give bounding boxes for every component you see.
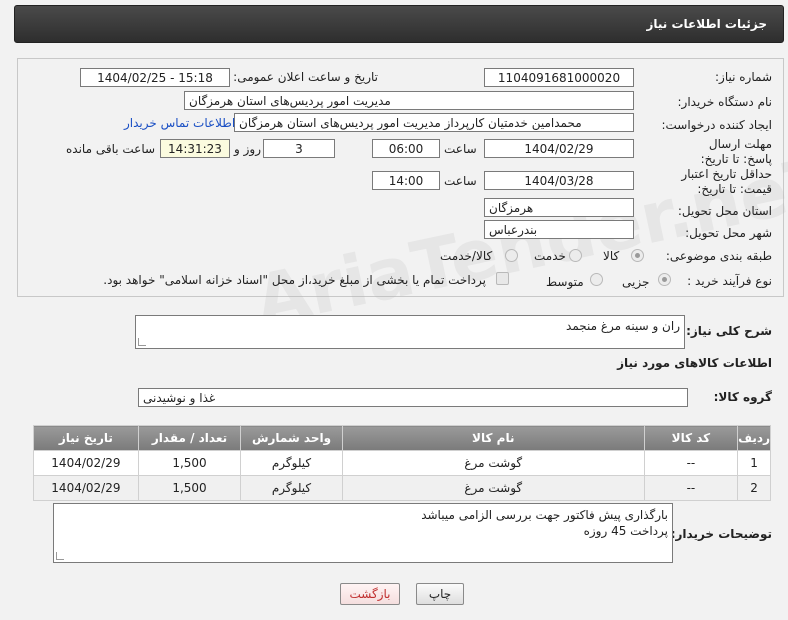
cell-code: -- bbox=[643, 450, 739, 476]
buyer-notes-textarea[interactable]: بارگذاری پیش فاکتور جهت بررسی الزامی میب… bbox=[53, 503, 673, 563]
announce-datetime-label: تاریخ و ساعت اعلان عمومی: bbox=[233, 70, 378, 84]
cell-unit: کیلوگرم bbox=[240, 475, 343, 501]
print-button[interactable]: چاپ bbox=[416, 583, 464, 605]
remaining-days-label: روز و bbox=[234, 142, 261, 156]
table-row[interactable]: 1 -- گوشت مرغ کیلوگرم 1,500 1404/02/29 bbox=[33, 450, 771, 476]
description-text: ران و سینه مرغ منجمد bbox=[566, 319, 680, 333]
col-header-row: ردیف bbox=[737, 425, 771, 451]
col-header-code: کد کالا bbox=[643, 425, 739, 451]
category-option-goods: کالا bbox=[603, 249, 620, 263]
cell-name: گوشت مرغ bbox=[341, 475, 645, 501]
goods-section-title: اطلاعات کالاهای مورد نیاز bbox=[617, 356, 772, 370]
buyer-org-label: نام دستگاه خریدار: bbox=[677, 95, 773, 109]
buyer-notes-label: توضیحات خریدار: bbox=[670, 527, 772, 541]
purchase-type-label: نوع فرآیند خرید : bbox=[687, 274, 772, 288]
goods-group-field[interactable]: غذا و نوشیدنی bbox=[138, 388, 688, 407]
col-header-date: تاریخ نیاز bbox=[33, 425, 139, 451]
category-radio-service[interactable] bbox=[569, 249, 582, 262]
city-field[interactable]: بندرعباس bbox=[484, 220, 634, 239]
response-time-field[interactable]: 06:00 bbox=[372, 139, 440, 158]
page-title: جزئیات اطلاعات نیاز bbox=[646, 17, 767, 31]
table-header-row: ردیف کد کالا نام کالا واحد شمارش تعداد /… bbox=[33, 425, 771, 451]
province-label: استان محل تحویل: bbox=[677, 204, 772, 218]
purchase-option-medium: متوسط bbox=[546, 275, 584, 289]
col-header-quantity: تعداد / مقدار bbox=[137, 425, 242, 451]
response-deadline-label: مهلت ارسال پاسخ: تا تاریخ: bbox=[700, 137, 772, 166]
price-validity-label: حداقل تاریخ اعتبار قیمت: تا تاریخ: bbox=[681, 167, 772, 196]
price-validity-time-field[interactable]: 14:00 bbox=[372, 171, 440, 190]
cell-row-number: 2 bbox=[737, 475, 771, 501]
province-field[interactable]: هرمزگان bbox=[484, 198, 634, 217]
cell-quantity: 1,500 bbox=[137, 450, 242, 476]
category-label: طبقه بندی موضوعی: bbox=[665, 249, 772, 263]
category-option-service: خدمت bbox=[534, 249, 566, 263]
cell-name: گوشت مرغ bbox=[341, 450, 645, 476]
cell-date: 1404/02/29 bbox=[33, 475, 139, 501]
treasury-note: پرداخت تمام یا بخشی از مبلغ خرید،از محل … bbox=[103, 273, 486, 287]
price-validity-date-field[interactable]: 1404/03/28 bbox=[484, 171, 634, 190]
response-time-label: ساعت bbox=[444, 142, 477, 156]
cell-code: -- bbox=[643, 475, 739, 501]
need-number-field[interactable]: 1104091681000020 bbox=[484, 68, 634, 87]
remaining-days-field[interactable]: 3 bbox=[263, 139, 335, 158]
treasury-checkbox[interactable] bbox=[496, 272, 509, 285]
city-label: شهر محل تحویل: bbox=[685, 226, 772, 240]
purchase-option-minor: جزیی bbox=[622, 275, 650, 289]
resize-grip-icon[interactable] bbox=[138, 338, 146, 346]
need-number-label: شماره نیاز: bbox=[715, 70, 772, 84]
category-option-goods-service: کالا/خدمت bbox=[440, 249, 493, 263]
page-header: جزئیات اطلاعات نیاز bbox=[14, 5, 784, 43]
remaining-time-label: ساعت باقی مانده bbox=[66, 142, 156, 156]
announce-datetime-field[interactable]: 1404/02/25 - 15:18 bbox=[80, 68, 230, 87]
category-radio-goods-service[interactable] bbox=[505, 249, 518, 262]
purchase-radio-medium[interactable] bbox=[590, 273, 603, 286]
col-header-name: نام کالا bbox=[341, 425, 645, 451]
requester-label: ایجاد کننده درخواست: bbox=[661, 118, 772, 132]
remaining-time-field: 14:31:23 bbox=[160, 139, 230, 158]
purchase-radio-minor[interactable] bbox=[658, 273, 671, 286]
cell-row-number: 1 bbox=[737, 450, 771, 476]
items-table: ردیف کد کالا نام کالا واحد شمارش تعداد /… bbox=[33, 425, 771, 501]
buyer-notes-line-2: پرداخت 45 روزه bbox=[583, 524, 668, 538]
response-date-field[interactable]: 1404/02/29 bbox=[484, 139, 634, 158]
description-label: شرح کلی نیاز: bbox=[686, 324, 772, 338]
description-textarea[interactable]: ران و سینه مرغ منجمد bbox=[135, 315, 685, 349]
buyer-org-field[interactable]: مدیریت امور پردیس‌های استان هرمزگان bbox=[184, 91, 634, 110]
buyer-contact-link[interactable]: اطلاعات تماس خریدار bbox=[124, 116, 235, 130]
back-button[interactable]: بازگشت bbox=[340, 583, 400, 605]
price-validity-time-label: ساعت bbox=[444, 174, 477, 188]
resize-grip-icon[interactable] bbox=[56, 552, 64, 560]
cell-date: 1404/02/29 bbox=[33, 450, 139, 476]
table-row[interactable]: 2 -- گوشت مرغ کیلوگرم 1,500 1404/02/29 bbox=[33, 475, 771, 501]
requester-field[interactable]: محمدامین خدمتیان کارپرداز مدیریت امور پر… bbox=[234, 113, 634, 132]
category-radio-goods[interactable] bbox=[631, 249, 644, 262]
col-header-unit: واحد شمارش bbox=[240, 425, 343, 451]
cell-unit: کیلوگرم bbox=[240, 450, 343, 476]
cell-quantity: 1,500 bbox=[137, 475, 242, 501]
buyer-notes-line-1: بارگذاری پیش فاکتور جهت بررسی الزامی میب… bbox=[421, 508, 668, 522]
goods-group-label: گروه کالا: bbox=[713, 390, 772, 404]
